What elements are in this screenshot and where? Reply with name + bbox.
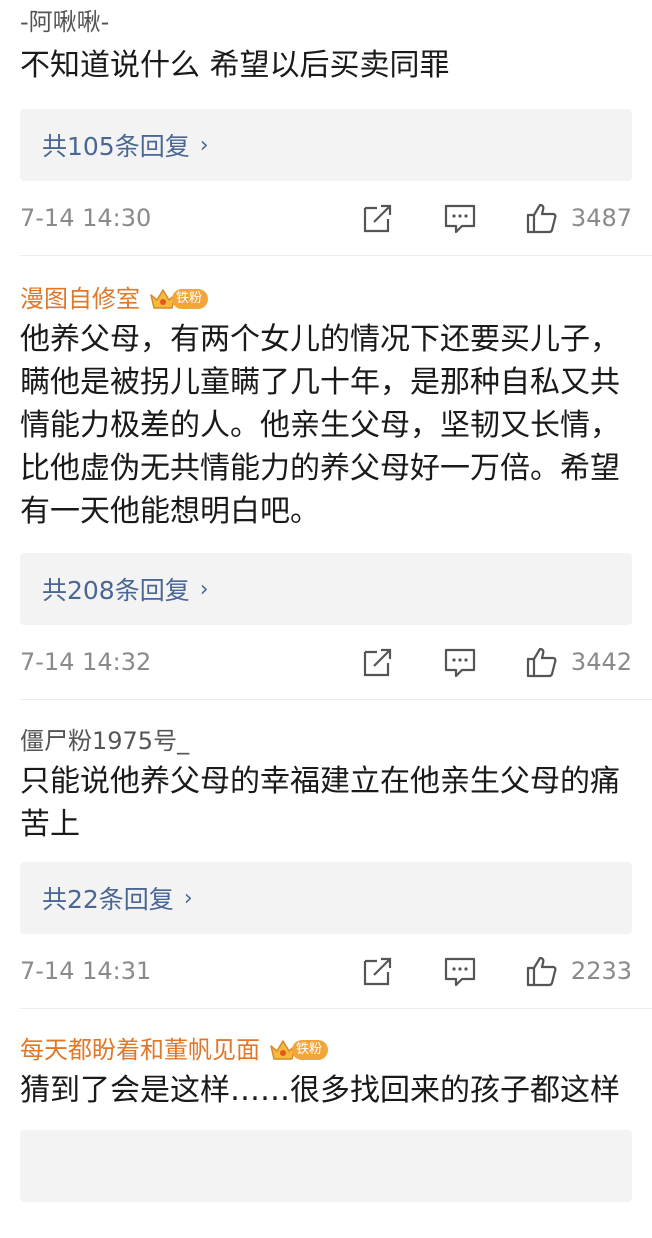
- username-text[interactable]: 每天都盼着和董帆见面: [20, 1035, 260, 1065]
- comment-icon[interactable]: [443, 954, 477, 988]
- comment-meta: 7-14 14:31 2233: [20, 934, 632, 1008]
- comment-username[interactable]: 僵尸粉1975号_: [20, 726, 632, 756]
- comment-actions: 2233: [361, 954, 632, 988]
- like-count: 3487: [570, 204, 632, 232]
- like-count: 3442: [570, 648, 632, 676]
- comment-icon[interactable]: [443, 645, 477, 679]
- comment-username[interactable]: 漫图自修室 铁粉: [20, 284, 632, 314]
- comment-item: 每天都盼着和董帆见面 铁粉 猜到了会是这样……很多找回来的孩子都这样: [0, 1009, 652, 1202]
- comment-item: 僵尸粉1975号_ 只能说他养父母的幸福建立在他亲生父母的痛苦上 共22条回复 …: [0, 700, 652, 1008]
- fan-tag-label: 铁粉: [292, 1040, 329, 1060]
- replies-button[interactable]: 共22条回复 ›: [20, 862, 632, 934]
- chevron-right-icon: ›: [183, 885, 193, 911]
- like-count: 2233: [570, 957, 632, 985]
- thumbs-up-icon: [526, 203, 557, 234]
- comment-text: 猜到了会是这样……很多找回来的孩子都这样: [20, 1073, 620, 1108]
- replies-button[interactable]: 共105条回复 ›: [20, 109, 632, 181]
- comment-actions: 3487: [361, 201, 632, 235]
- share-icon[interactable]: [361, 954, 395, 988]
- thumbs-up-icon: [526, 647, 557, 678]
- comment-feed: -阿啾啾- 不知道说什么 希望以后买卖同罪 共105条回复 › 7-14 14:…: [0, 0, 652, 1202]
- comment-meta: 7-14 14:30 3487: [20, 181, 632, 255]
- like-button[interactable]: 3487: [525, 201, 632, 235]
- comment-text: 他养父母，有两个女儿的情况下还要买儿子，瞒他是被拐儿童瞒了几十年，是那种自私又共…: [20, 322, 620, 529]
- fan-badge: 铁粉: [148, 286, 209, 312]
- comment-icon[interactable]: [443, 201, 477, 235]
- comment-timestamp: 7-14 14:31: [20, 957, 152, 985]
- replies-button[interactable]: 共208条回复 ›: [20, 553, 632, 625]
- replies-count-label: 共208条回复: [42, 576, 190, 605]
- replies-button[interactable]: [20, 1130, 632, 1202]
- share-icon[interactable]: [361, 201, 395, 235]
- username-text[interactable]: 僵尸粉1975号_: [20, 726, 189, 756]
- chevron-right-icon: ›: [199, 576, 209, 602]
- comment-item: 漫图自修室 铁粉 他养父母，有两个女儿的情况下还要买儿子，瞒他是被拐儿童瞒了几十…: [0, 256, 652, 699]
- comment-text: 不知道说什么 希望以后买卖同罪: [20, 48, 450, 83]
- share-icon[interactable]: [361, 645, 395, 679]
- comment-meta: 7-14 14:32 3442: [20, 625, 632, 699]
- thumbs-up-icon: [526, 956, 557, 987]
- comment-timestamp: 7-14 14:30: [20, 204, 152, 232]
- comment-text: 只能说他养父母的幸福建立在他亲生父母的痛苦上: [20, 764, 620, 842]
- comment-timestamp: 7-14 14:32: [20, 648, 152, 676]
- fan-badge: 铁粉: [268, 1037, 329, 1063]
- comment-actions: 3442: [361, 645, 632, 679]
- like-button[interactable]: 3442: [525, 645, 632, 679]
- comment-username[interactable]: -阿啾啾-: [20, 4, 632, 40]
- comment-item: -阿啾啾- 不知道说什么 希望以后买卖同罪 共105条回复 › 7-14 14:…: [0, 0, 652, 255]
- chevron-right-icon: ›: [199, 132, 209, 158]
- replies-count-label: 共105条回复: [42, 132, 190, 161]
- fan-tag-label: 铁粉: [172, 289, 209, 309]
- username-text[interactable]: 漫图自修室: [20, 284, 140, 314]
- username-text[interactable]: -阿啾啾-: [20, 4, 109, 40]
- comment-username[interactable]: 每天都盼着和董帆见面 铁粉: [20, 1035, 632, 1065]
- like-button[interactable]: 2233: [525, 954, 632, 988]
- replies-count-label: 共22条回复: [42, 885, 174, 914]
